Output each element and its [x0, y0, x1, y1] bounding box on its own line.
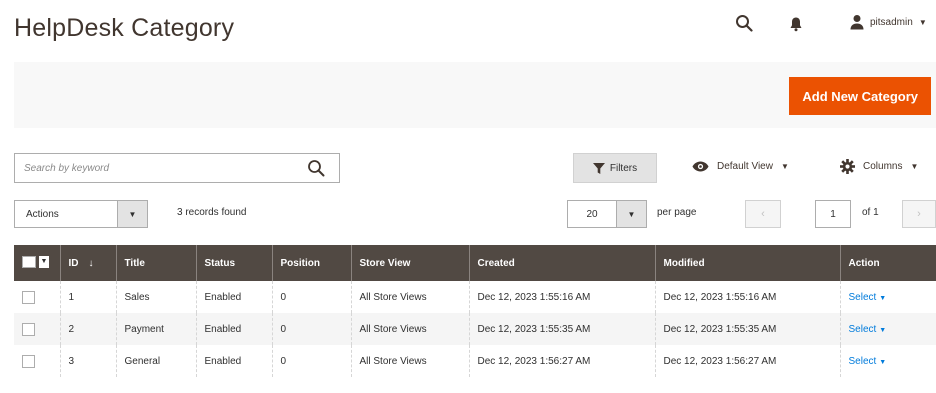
checkbox[interactable] [22, 255, 36, 268]
search-icon[interactable] [307, 159, 325, 177]
search-input[interactable] [15, 154, 295, 182]
mass-select-header[interactable]: ▼ [14, 245, 61, 281]
chevron-right-icon: › [917, 208, 921, 220]
cell-position: 0 [272, 281, 352, 313]
page-title: HelpDesk Category [14, 14, 235, 42]
row-checkbox[interactable] [22, 354, 35, 368]
user-icon [850, 15, 864, 30]
column-header-title[interactable]: Title [116, 245, 197, 281]
cell-created: Dec 12, 2023 1:55:35 AM [469, 313, 656, 345]
chevron-down-icon: ▼ [117, 201, 147, 227]
search-box [14, 153, 340, 183]
column-header-created[interactable]: Created [469, 245, 656, 281]
filters-label: Filters [609, 162, 638, 174]
cell-status: Enabled [196, 313, 273, 345]
table-row: 1 Sales Enabled 0 All Store Views Dec 12… [14, 281, 936, 313]
chevron-down-icon: ▼ [910, 162, 919, 171]
cell-title: Payment [116, 313, 197, 345]
cell-store-view: All Store Views [351, 345, 470, 377]
sort-arrow-icon: ↓ [88, 257, 94, 269]
filters-button[interactable]: Filters [573, 153, 657, 183]
row-select [14, 281, 61, 313]
add-new-category-button[interactable]: Add New Category [789, 77, 931, 115]
table-header-row: ▼ ID ↓ Title Status Position Store View C… [14, 245, 936, 281]
cell-created: Dec 12, 2023 1:56:27 AM [469, 345, 656, 377]
column-header-modified[interactable]: Modified [655, 245, 841, 281]
cell-title: General [116, 345, 197, 377]
row-checkbox[interactable] [22, 290, 35, 304]
row-action-select[interactable]: Select ▼ [849, 324, 887, 335]
row-select [14, 313, 61, 345]
chevron-left-icon: ‹ [761, 208, 765, 220]
table-row: 2 Payment Enabled 0 All Store Views Dec … [14, 313, 936, 345]
page-total: of 1 [862, 207, 879, 218]
columns-dropdown[interactable]: Columns ▼ [840, 159, 918, 174]
table-row: 3 General Enabled 0 All Store Views Dec … [14, 345, 936, 377]
columns-label: Columns [863, 161, 903, 172]
cell-title: Sales [116, 281, 197, 313]
row-action-select[interactable]: Select ▼ [849, 292, 887, 303]
column-header-action: Action [840, 245, 936, 281]
previous-page-button[interactable]: ‹ [745, 200, 781, 228]
data-grid: ▼ ID ↓ Title Status Position Store View C… [14, 245, 936, 377]
actions-label: Actions [26, 208, 59, 220]
cell-id: 1 [60, 281, 117, 313]
cell-status: Enabled [196, 281, 273, 313]
records-count: 3 records found [177, 207, 247, 218]
mass-actions-select[interactable]: Actions ▼ [14, 200, 148, 228]
cell-action: Select ▼ [840, 313, 936, 345]
cell-created: Dec 12, 2023 1:55:16 AM [469, 281, 656, 313]
per-page-value: 20 [586, 208, 598, 220]
chevron-down-icon: ▼ [879, 358, 887, 366]
page-actions-bar: Add New Category [14, 62, 936, 128]
cell-modified: Dec 12, 2023 1:55:35 AM [655, 313, 841, 345]
cell-modified: Dec 12, 2023 1:56:27 AM [655, 345, 841, 377]
default-view-dropdown[interactable]: Default View ▼ [692, 161, 789, 172]
column-header-status[interactable]: Status [196, 245, 273, 281]
cell-status: Enabled [196, 345, 273, 377]
mass-select-control[interactable]: ▼ [22, 255, 49, 268]
cell-store-view: All Store Views [351, 281, 470, 313]
chevron-down-icon[interactable]: ▼ [39, 255, 49, 268]
user-name: pitsadmin [870, 16, 913, 28]
cell-modified: Dec 12, 2023 1:55:16 AM [655, 281, 841, 313]
column-header-id[interactable]: ID ↓ [60, 245, 117, 281]
per-page-select[interactable]: 20 ▼ [567, 200, 647, 228]
user-menu[interactable]: pitsadmin ▼ [850, 14, 927, 30]
search-icon[interactable] [735, 14, 753, 32]
row-checkbox[interactable] [22, 322, 35, 336]
view-label: Default View [717, 161, 773, 172]
row-action-select[interactable]: Select ▼ [849, 356, 887, 367]
bell-icon[interactable] [789, 16, 803, 32]
row-select [14, 345, 61, 377]
eye-icon [692, 161, 709, 172]
cell-position: 0 [272, 313, 352, 345]
chevron-down-icon: ▼ [879, 294, 887, 302]
column-header-store-view[interactable]: Store View [351, 245, 470, 281]
chevron-down-icon: ▼ [616, 201, 646, 227]
filter-icon [592, 162, 605, 174]
column-header-position[interactable]: Position [272, 245, 352, 281]
cell-store-view: All Store Views [351, 313, 470, 345]
next-page-button[interactable]: › [902, 200, 936, 228]
chevron-down-icon: ▼ [918, 17, 927, 27]
cell-action: Select ▼ [840, 345, 936, 377]
per-page-label: per page [657, 207, 697, 218]
cell-id: 3 [60, 345, 117, 377]
cell-action: Select ▼ [840, 281, 936, 313]
gear-icon [840, 159, 855, 174]
page-number-input[interactable] [815, 200, 851, 228]
cell-id: 2 [60, 313, 117, 345]
chevron-down-icon: ▼ [879, 326, 887, 334]
chevron-down-icon: ▼ [780, 162, 789, 171]
cell-position: 0 [272, 345, 352, 377]
